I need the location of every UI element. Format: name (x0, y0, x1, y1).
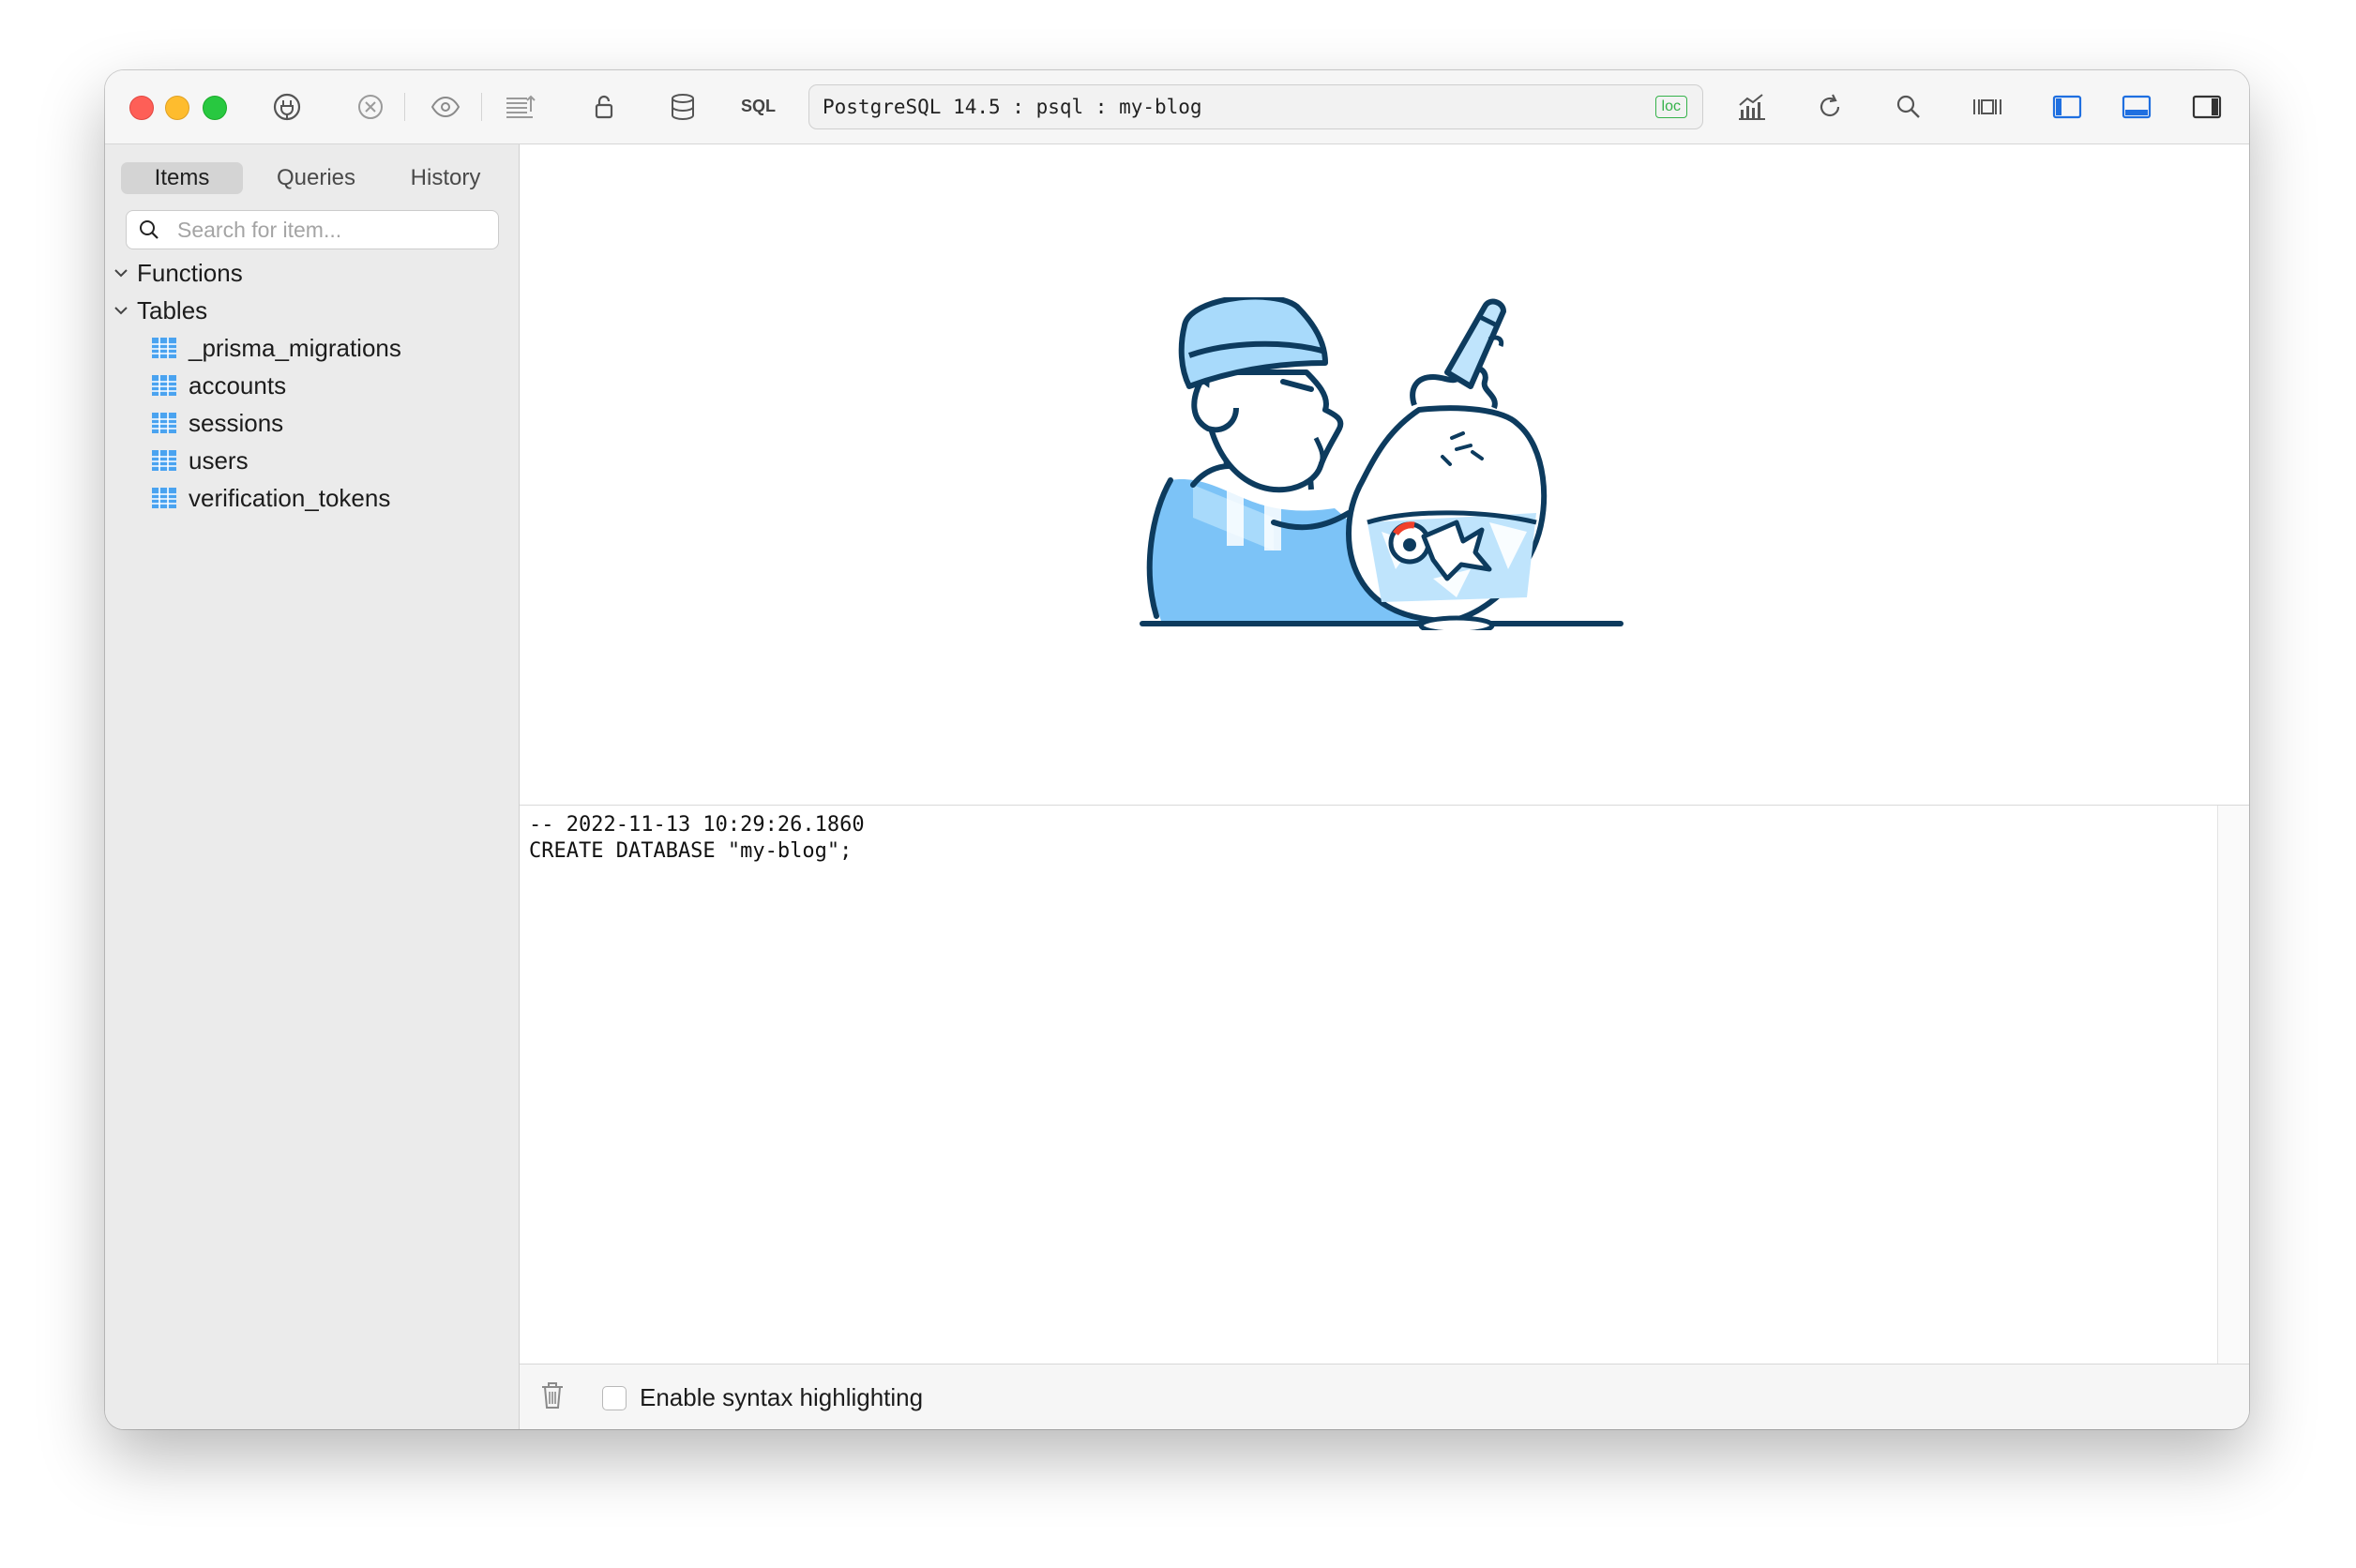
lock-icon[interactable] (585, 88, 623, 126)
environment-badge: loc (1654, 96, 1687, 118)
tree-group-functions[interactable]: Functions (113, 256, 506, 290)
chevron-down-icon (114, 307, 128, 315)
tree-group-tables[interactable]: Tables (113, 294, 506, 327)
app-window: SQL PostgreSQL 14.5 : psql : my-blog loc… (105, 70, 2249, 1429)
console-bottombar: Enable syntax highlighting (520, 1364, 2249, 1429)
console-line: -- 2022-11-13 10:29:26.1860 (529, 813, 865, 837)
table-item[interactable]: verification_tokens (152, 481, 508, 515)
empty-state-illustration (1140, 297, 1624, 630)
tree-group-label: Tables (137, 296, 208, 324)
refresh-icon[interactable] (1811, 88, 1849, 126)
table-name: sessions (189, 409, 284, 437)
syntax-highlighting-checkbox[interactable] (602, 1386, 627, 1410)
table-icon (152, 488, 176, 508)
search-box[interactable] (126, 210, 499, 249)
table-item[interactable]: sessions (152, 406, 508, 440)
table-name: verification_tokens (189, 484, 391, 512)
search-icon[interactable] (1890, 88, 1927, 126)
activity-chart-icon[interactable] (1732, 88, 1770, 126)
trash-icon[interactable] (538, 1380, 566, 1411)
console-scrollbar[interactable] (2218, 806, 2249, 1364)
maximize-window-button[interactable] (203, 96, 227, 120)
cancel-query-icon[interactable] (352, 88, 389, 126)
table-name: _prisma_migrations (189, 334, 401, 362)
preview-eye-icon[interactable] (427, 88, 464, 126)
sql-editor-button[interactable]: SQL (741, 97, 776, 116)
tree-group-label: Functions (137, 259, 243, 287)
console-line: CREATE DATABASE "my-blog"; (529, 839, 853, 863)
table-item[interactable]: _prisma_migrations (152, 331, 508, 365)
table-item[interactable]: accounts (152, 369, 508, 402)
table-name: accounts (189, 371, 287, 400)
connection-info-field[interactable]: PostgreSQL 14.5 : psql : my-blog loc (808, 84, 1703, 129)
toolbar: SQL PostgreSQL 14.5 : psql : my-blog loc (105, 70, 2249, 144)
syntax-highlighting-label: Enable syntax highlighting (640, 1383, 924, 1411)
tab-items[interactable]: Items (121, 162, 243, 194)
table-name: users (189, 446, 249, 475)
table-icon (152, 338, 176, 358)
minimize-window-button[interactable] (165, 96, 189, 120)
commit-changes-icon[interactable] (501, 88, 538, 126)
query-log-console[interactable]: -- 2022-11-13 10:29:26.1860 CREATE DATAB… (520, 806, 2218, 1364)
tab-queries[interactable]: Queries (255, 162, 377, 194)
layout-toggle-icon[interactable] (1969, 88, 2006, 126)
table-item[interactable]: users (152, 444, 508, 477)
connection-text: PostgreSQL 14.5 : psql : my-blog (823, 96, 1202, 118)
sidebar: Items Queries History Functions Tables _… (105, 144, 520, 1429)
table-icon (152, 450, 176, 471)
table-icon (152, 413, 176, 433)
search-icon (140, 220, 159, 239)
database-icon[interactable] (664, 88, 702, 126)
toggle-left-sidebar-icon[interactable] (2048, 88, 2086, 126)
toggle-right-sidebar-icon[interactable] (2188, 88, 2226, 126)
empty-state-area (520, 144, 2249, 805)
close-window-button[interactable] (129, 96, 154, 120)
search-input[interactable] (175, 215, 489, 245)
connection-plug-icon[interactable] (268, 88, 306, 126)
toggle-console-icon[interactable] (2118, 88, 2155, 126)
table-icon (152, 375, 176, 396)
tab-history[interactable]: History (385, 162, 506, 194)
chevron-down-icon (114, 269, 128, 278)
